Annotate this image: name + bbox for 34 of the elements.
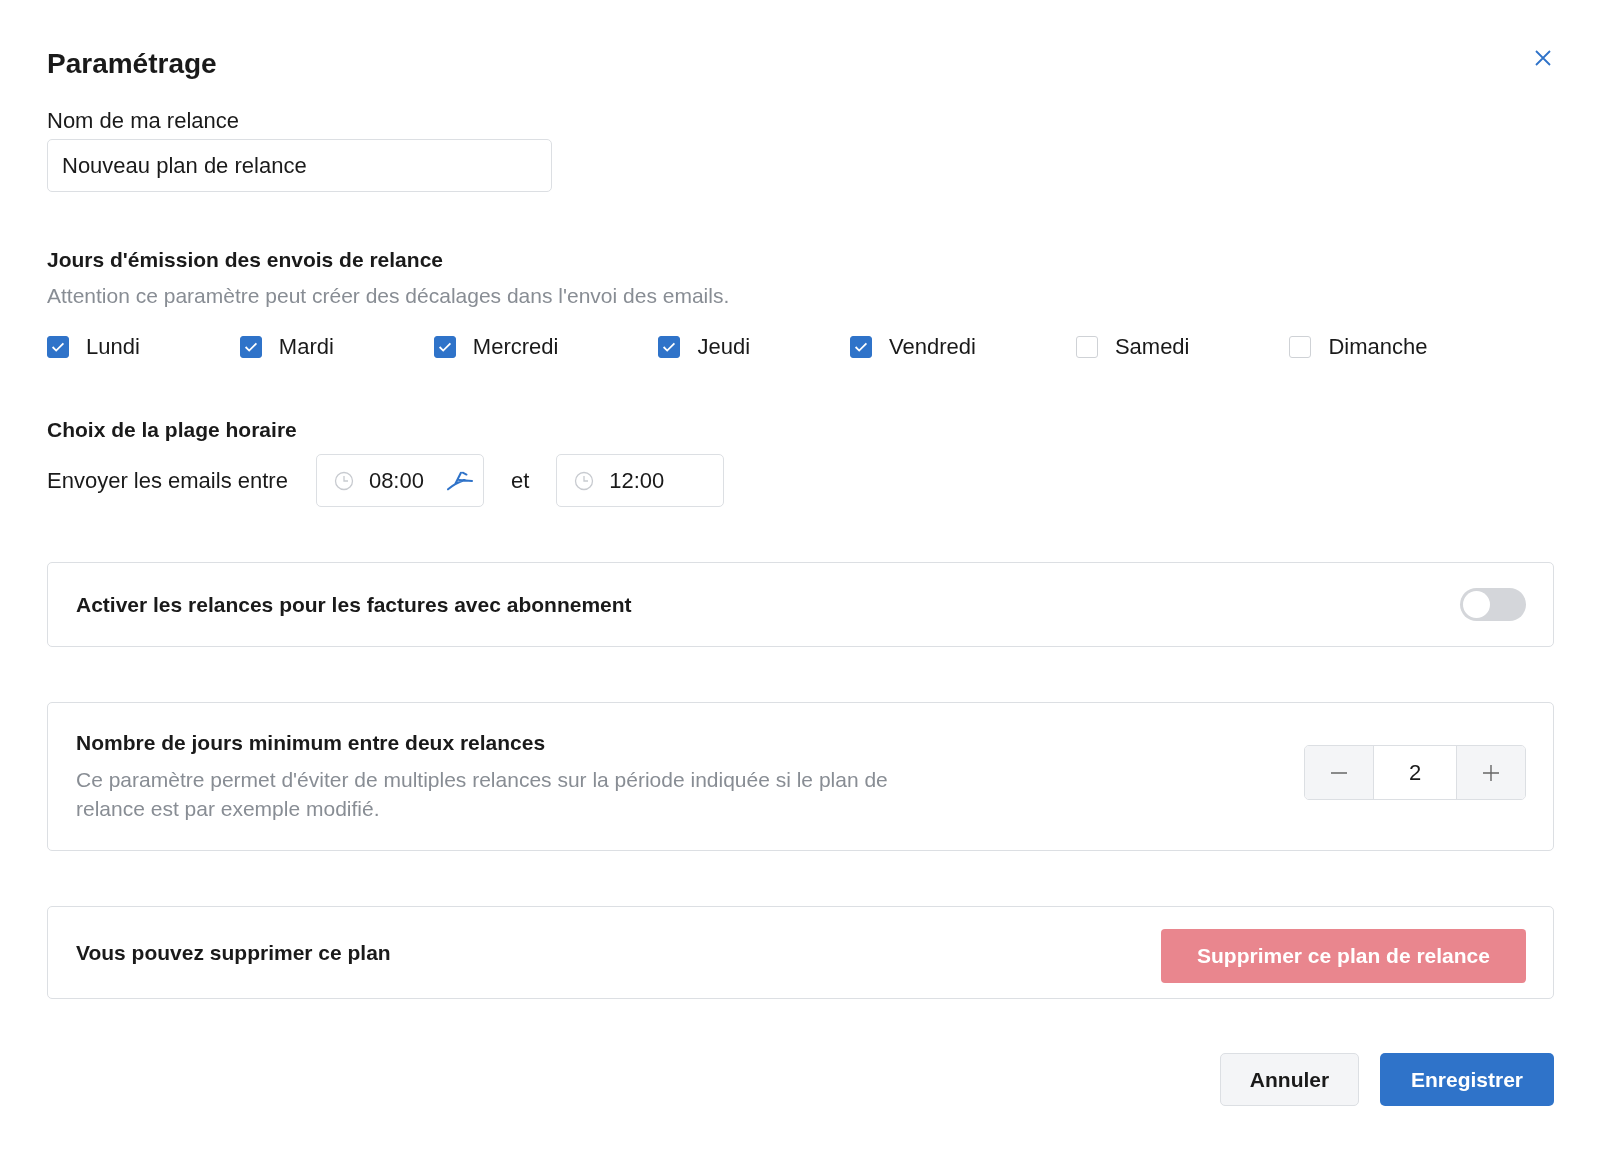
checkbox-label: Jeudi: [697, 334, 751, 360]
close-icon[interactable]: [1533, 48, 1553, 68]
checkbox[interactable]: [239, 336, 262, 358]
save-button[interactable]: Enregistrer: [1380, 1053, 1554, 1106]
time-range-label: Envoyer les emails entre: [47, 467, 288, 494]
clock-icon: [574, 470, 595, 491]
field-label: Nom de ma relance: [47, 108, 240, 134]
clock-icon: [333, 470, 354, 491]
card-title: Nombre de jours minimum entre deux relances: [76, 730, 547, 755]
checkbox-label: Mercredi: [472, 334, 559, 360]
card-title: Activer les relances pour les factures avec abonnement: [76, 592, 632, 617]
checkbox-label: Mardi: [278, 334, 334, 360]
checkbox[interactable]: [433, 336, 456, 358]
checkbox-label: Lundi: [86, 334, 140, 360]
checkbox[interactable]: [658, 336, 681, 358]
cancel-button[interactable]: Annuler: [1220, 1053, 1359, 1106]
card-description: Ce paramètre permet d'éviter de multiples relances sur la période indiquée si le plan de relance est par exemple modifié.: [76, 766, 889, 822]
toggle-switch[interactable]: [1460, 588, 1526, 621]
checkbox[interactable]: [850, 336, 873, 358]
section-hint: Attention ce paramètre peut créer des décalages dans l'envoi des emails.: [47, 284, 731, 308]
section-heading: Choix de la plage horaire: [47, 418, 298, 442]
end-time-field[interactable]: 12:00: [556, 454, 725, 507]
checkbox-label: Samedi: [1114, 334, 1190, 360]
card-title: Vous pouvez supprimer ce plan: [76, 940, 391, 965]
section-heading: Jours d'émission des envois de relance: [47, 248, 444, 272]
checkbox[interactable]: [47, 336, 69, 358]
dialog-title: Paramétrage: [47, 48, 217, 80]
name-input-field[interactable]: Nouveau plan de relance: [47, 139, 552, 192]
checkbox-label: Vendredi: [889, 334, 976, 360]
start-time-field[interactable]: 08:00: [315, 454, 484, 507]
checkbox-label: Dimanche: [1328, 334, 1428, 360]
minus-icon: [1329, 771, 1349, 774]
separator-text: et: [510, 467, 530, 494]
plus-icon: [1481, 762, 1501, 783]
